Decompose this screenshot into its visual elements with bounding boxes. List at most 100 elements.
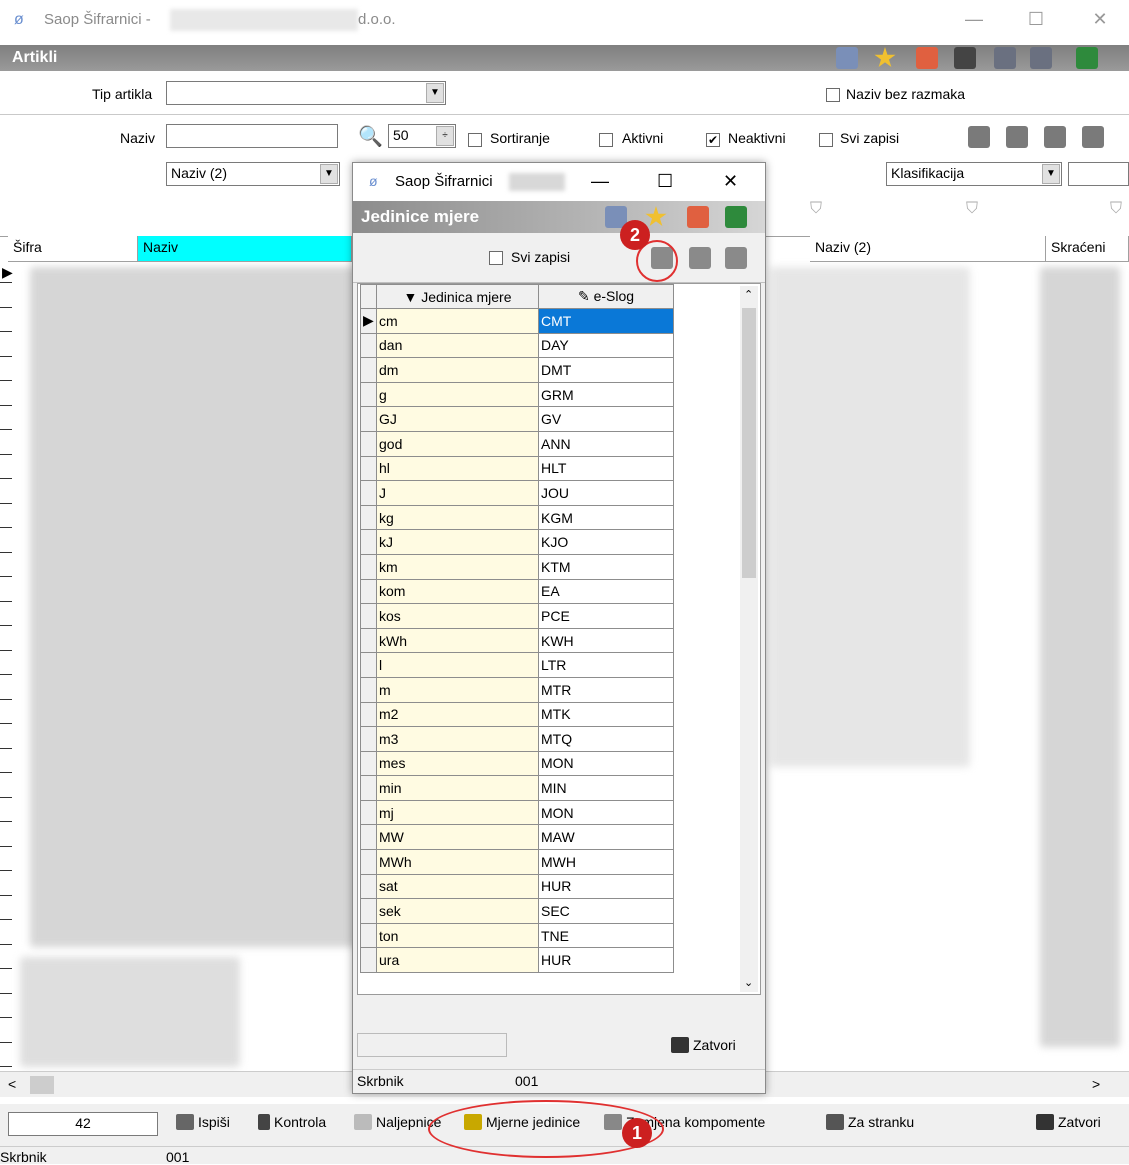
print-icon[interactable] <box>954 47 976 69</box>
delete-doc-icon[interactable] <box>916 47 938 69</box>
favorite-star-icon[interactable] <box>645 206 667 227</box>
table-row[interactable]: ton TNE <box>360 922 674 949</box>
exit-book-icon[interactable] <box>725 206 747 228</box>
unit-cell[interactable]: kJ <box>376 529 539 555</box>
unit-cell[interactable]: MW <box>376 824 539 851</box>
eslog-cell[interactable]: MWH <box>538 849 674 875</box>
scroll-up-icon[interactable]: ⌃ <box>744 288 753 301</box>
table-row[interactable]: m2 MTK <box>360 701 674 728</box>
search-icon[interactable]: 🔍 <box>358 124 383 149</box>
edit-all-icon[interactable] <box>1082 126 1104 148</box>
unit-cell[interactable]: mj <box>376 799 539 826</box>
eslog-cell[interactable]: CMT <box>538 308 674 334</box>
kontrola-button[interactable]: Kontrola <box>258 1114 326 1130</box>
neaktivni-checkbox[interactable]: ✔ <box>706 133 720 147</box>
unit-cell[interactable]: l <box>376 652 539 678</box>
eslog-cell[interactable]: KTM <box>538 553 674 580</box>
table-row[interactable]: hl HLT <box>360 455 674 482</box>
new-record-icon[interactable] <box>968 126 990 148</box>
chevron-down-icon[interactable]: ▼ <box>320 164 338 184</box>
eslog-cell[interactable]: KWH <box>538 627 674 654</box>
copy-record-icon[interactable] <box>1006 126 1028 148</box>
table-row[interactable]: kom EA <box>360 578 674 605</box>
ispisi-button[interactable]: Ispiši <box>176 1114 230 1130</box>
minimize-button[interactable]: — <box>952 4 996 34</box>
chevron-down-icon[interactable]: ▼ <box>426 83 444 103</box>
unit-cell[interactable]: kom <box>376 578 539 605</box>
eslog-cell[interactable]: JOU <box>538 480 674 506</box>
eslog-cell[interactable]: MIN <box>538 775 674 801</box>
unit-cell[interactable]: dm <box>376 357 539 383</box>
eslog-cell[interactable]: HLT <box>538 455 674 482</box>
column-header-naziv2[interactable]: Naziv (2) <box>810 236 1046 262</box>
unit-cell[interactable]: sek <box>376 898 539 924</box>
eslog-cell[interactable]: GV <box>538 406 674 432</box>
table-row[interactable]: MWh MWH <box>360 849 674 875</box>
klasifikacija-dropdown[interactable]: Klasifikacija ▼ <box>886 162 1062 186</box>
count-stepper[interactable]: 50 ÷ <box>388 124 456 148</box>
filter-icon[interactable]: ⛉ <box>810 200 822 218</box>
eslog-cell[interactable]: TNE <box>538 922 674 949</box>
maximize-button[interactable]: ☐ <box>657 171 673 192</box>
table-row[interactable]: kg KGM <box>360 504 674 531</box>
minimize-button[interactable]: — <box>591 171 609 192</box>
eslog-cell[interactable]: SEC <box>538 898 674 924</box>
table-row[interactable]: km KTM <box>360 553 674 580</box>
eslog-cell[interactable]: HUR <box>538 873 674 900</box>
edit-icon[interactable] <box>689 247 711 269</box>
vertical-scrollbar[interactable]: ⌃ ⌄ <box>740 286 758 992</box>
unit-cell[interactable]: kos <box>376 603 539 629</box>
zatvori-button[interactable]: Zatvori <box>1036 1114 1101 1130</box>
eslog-cell[interactable]: GRM <box>538 381 674 408</box>
scroll-down-icon[interactable]: ⌄ <box>744 976 753 989</box>
table-row[interactable]: MW MAW <box>360 824 674 851</box>
edit-icon[interactable] <box>1044 126 1066 148</box>
unit-cell[interactable]: mes <box>376 750 539 777</box>
eslog-cell[interactable]: DMT <box>538 357 674 383</box>
unit-cell[interactable]: J <box>376 480 539 506</box>
table-row[interactable]: J JOU <box>360 480 674 506</box>
aktivni-checkbox[interactable] <box>599 133 613 147</box>
eslog-cell[interactable]: MTR <box>538 676 674 703</box>
exit-book-icon[interactable] <box>1076 47 1098 69</box>
table-row[interactable]: sek SEC <box>360 898 674 924</box>
za-stranku-button[interactable]: Za stranku <box>826 1114 914 1130</box>
unit-cell[interactable]: ura <box>376 947 539 974</box>
eslog-cell[interactable]: DAY <box>538 332 674 359</box>
table-row[interactable]: m MTR <box>360 676 674 703</box>
units-table-container[interactable]: ▼ Jedinica mjere ✎ e-Slog ▶ cm CMT dan DAY dm… <box>357 283 761 995</box>
unit-cell[interactable]: cm <box>376 308 539 334</box>
unit-cell[interactable]: sat <box>376 873 539 900</box>
table-row[interactable]: kWh KWH <box>360 627 674 654</box>
unit-cell[interactable]: km <box>376 553 539 580</box>
close-button[interactable]: ✕ <box>723 171 738 192</box>
unit-cell[interactable]: hl <box>376 455 539 482</box>
filter-icon[interactable]: ⛉ <box>966 200 978 218</box>
naziv2-dropdown[interactable]: Naziv (2) ▼ <box>166 162 340 186</box>
table-row[interactable]: kos PCE <box>360 603 674 629</box>
eslog-cell[interactable]: MAW <box>538 824 674 851</box>
column-header-naziv[interactable]: Naziv <box>138 236 352 262</box>
table-row[interactable]: mj MON <box>360 799 674 826</box>
table-row[interactable]: ura HUR <box>360 947 674 974</box>
scroll-thumb[interactable] <box>742 308 756 578</box>
scroll-left-icon[interactable]: < <box>8 1076 16 1092</box>
spinner-icon[interactable]: ÷ <box>436 126 454 146</box>
close-button[interactable]: ✕ <box>1078 4 1122 34</box>
unit-cell[interactable]: m3 <box>376 726 539 752</box>
favorite-star-icon[interactable] <box>874 47 896 68</box>
scroll-thumb[interactable] <box>30 1076 54 1094</box>
eslog-cell[interactable]: KJO <box>538 529 674 555</box>
copy-icon[interactable] <box>994 47 1016 69</box>
table-row[interactable]: sat HUR <box>360 873 674 900</box>
column-header-unit[interactable]: ▼ Jedinica mjere <box>376 284 539 309</box>
dialog-zatvori-button[interactable]: Zatvori <box>671 1037 736 1053</box>
eslog-cell[interactable]: MON <box>538 799 674 826</box>
svi-zapisi-checkbox[interactable] <box>819 133 833 147</box>
table-row[interactable]: mes MON <box>360 750 674 777</box>
unit-cell[interactable]: ton <box>376 922 539 949</box>
filter-icon[interactable] <box>836 47 858 69</box>
unit-cell[interactable]: min <box>376 775 539 801</box>
table-row[interactable]: god ANN <box>360 430 674 457</box>
table-row[interactable]: min MIN <box>360 775 674 801</box>
